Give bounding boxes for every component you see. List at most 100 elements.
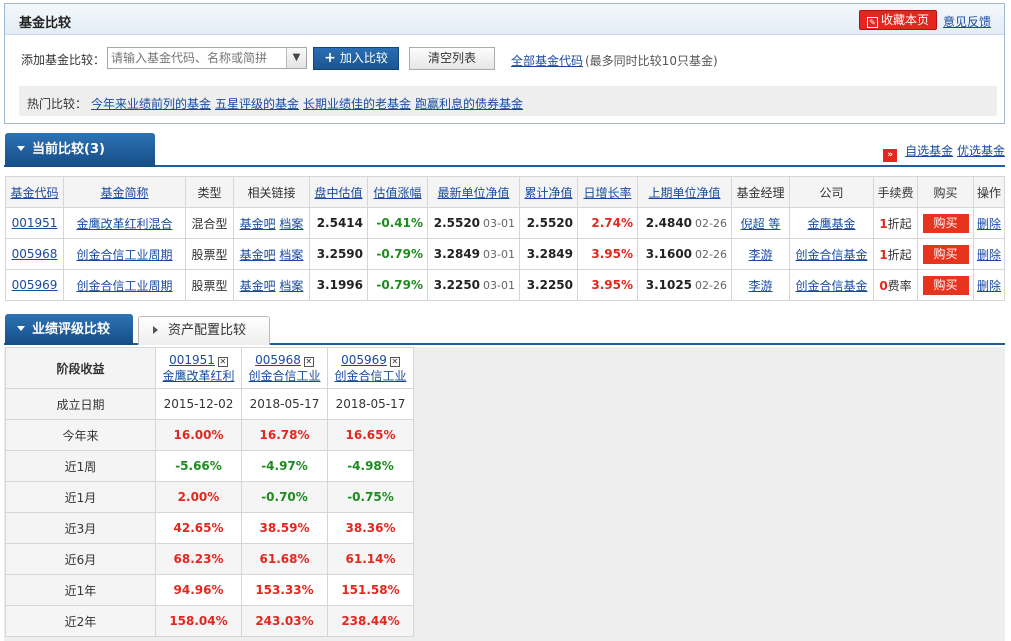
fee: 1折起 bbox=[873, 207, 918, 239]
latest-nav-value: 3.2250 bbox=[433, 278, 481, 292]
preferred-funds-link[interactable]: 优选基金 bbox=[957, 144, 1005, 158]
fund-forum-link[interactable]: 基金吧 bbox=[240, 217, 276, 231]
caret-right-icon bbox=[153, 326, 158, 334]
page-title: 基金比较 bbox=[19, 16, 72, 31]
fund-name-link[interactable]: 金鹰改革红利混合 bbox=[76, 217, 172, 231]
perf-fund-code[interactable]: 005968 bbox=[255, 353, 301, 367]
col-estimate[interactable]: 盘中估值 bbox=[309, 176, 368, 208]
fund-type: 股票型 bbox=[185, 269, 234, 301]
tab-current-compare[interactable]: 当前比较(3) bbox=[5, 133, 155, 167]
latest-nav-date: 03-01 bbox=[483, 248, 515, 261]
latest-nav: 2.5520 03-01 bbox=[427, 207, 520, 239]
company-link[interactable]: 创金合信基金 bbox=[795, 248, 867, 262]
period-label: 近1月 bbox=[5, 481, 156, 513]
fund-compare-panel: 基金比较 ✎收藏本页 意见反馈 添加基金比较： ▼ +加入比较 清空列表 全部基… bbox=[4, 3, 1005, 124]
hot-compare-label: 热门比较： bbox=[27, 97, 88, 111]
period-row: 今年来 16.00% 16.78% 16.65% bbox=[5, 419, 414, 451]
fund-name-link[interactable]: 创金合信工业周期 bbox=[76, 248, 172, 262]
hot-link[interactable]: 今年来业绩前列的基金 bbox=[91, 97, 211, 111]
all-fund-codes-link[interactable]: 全部基金代码 bbox=[511, 52, 583, 69]
buy-button[interactable]: 购买 bbox=[922, 275, 969, 295]
buy-button[interactable]: 购买 bbox=[922, 244, 969, 264]
perf-fund-code[interactable]: 001951 bbox=[169, 353, 215, 367]
hot-link[interactable]: 长期业绩佳的老基金 bbox=[303, 97, 411, 111]
estimate-change: -0.79% bbox=[367, 238, 428, 270]
period-label: 近1年 bbox=[5, 574, 156, 606]
fund-name-link[interactable]: 创金合信工业周期 bbox=[76, 279, 172, 293]
intraday-estimate: 3.1996 bbox=[309, 269, 368, 301]
delete-link[interactable]: 删除 bbox=[977, 248, 1001, 262]
company-link[interactable]: 创金合信基金 bbox=[795, 279, 867, 293]
optional-funds-link[interactable]: 自选基金 bbox=[905, 144, 953, 158]
close-icon[interactable]: ✕ bbox=[303, 357, 314, 367]
hot-link[interactable]: 跑赢利息的债券基金 bbox=[415, 97, 523, 111]
company-link[interactable]: 金鹰基金 bbox=[807, 217, 855, 231]
period-value: -4.97% bbox=[241, 450, 328, 482]
fund-row: 005969 创金合信工业周期 股票型 基金吧 档案 3.1996 -0.79% 3.225… bbox=[5, 269, 1005, 301]
hot-link[interactable]: 五星评级的基金 bbox=[215, 97, 299, 111]
bookmark-button[interactable]: ✎ 收藏本页 bbox=[859, 10, 937, 30]
fee-number: 1 bbox=[879, 216, 888, 231]
col-nav[interactable]: 最新单位净值 bbox=[427, 176, 520, 208]
tab-current-compare-label: 当前比较(3) bbox=[32, 142, 105, 157]
manager-link[interactable]: 李游 bbox=[748, 279, 772, 293]
delete-link[interactable]: 删除 bbox=[977, 279, 1001, 293]
period-row: 近1周 -5.66% -4.97% -4.98% bbox=[5, 450, 414, 482]
manager-link[interactable]: 李游 bbox=[748, 248, 772, 262]
tab-asset-allocation[interactable]: 资产配置比较 bbox=[138, 316, 270, 345]
col-estimate-change[interactable]: 估值涨幅 bbox=[367, 176, 428, 208]
period-value: -0.70% bbox=[241, 481, 328, 513]
tab-performance-rating[interactable]: 业绩评级比较 bbox=[5, 314, 133, 345]
col-daily-growth[interactable]: 日增长率 bbox=[577, 176, 638, 208]
period-value: 16.65% bbox=[327, 419, 414, 451]
compare-header-row: 基金代码 基金简称 类型 相关链接 盘中估值 估值涨幅 最新单位净值 累计净值 … bbox=[5, 176, 1005, 208]
fund-profile-link[interactable]: 档案 bbox=[279, 279, 303, 293]
estimate-change: -0.41% bbox=[367, 207, 428, 239]
perf-fund-name[interactable]: 创金合信工业 bbox=[334, 369, 406, 383]
compare-table: 基金代码 基金简称 类型 相关链接 盘中估值 估值涨幅 最新单位净值 累计净值 … bbox=[5, 176, 1005, 301]
col-fund-code[interactable]: 基金代码 bbox=[5, 176, 64, 208]
fund-search-input[interactable] bbox=[107, 47, 307, 69]
period-value: -5.66% bbox=[155, 450, 242, 482]
fund-row: 001951 金鹰改革红利混合 混合型 基金吧 档案 2.5414 -0.41% 2.552… bbox=[5, 207, 1005, 239]
col-acc-nav[interactable]: 累计净值 bbox=[519, 176, 578, 208]
add-compare-button[interactable]: + 加入比较 bbox=[313, 47, 399, 70]
fund-code-link[interactable]: 005968 bbox=[12, 247, 58, 261]
fund-code-link[interactable]: 001951 bbox=[12, 216, 58, 230]
estimate-change: -0.79% bbox=[367, 269, 428, 301]
period-value: 243.03% bbox=[241, 605, 328, 637]
close-icon[interactable]: ✕ bbox=[389, 357, 400, 367]
perf-fund-code[interactable]: 005969 bbox=[341, 353, 387, 367]
period-value: 68.23% bbox=[155, 543, 242, 575]
fund-type: 股票型 bbox=[185, 238, 234, 270]
fund-row: 005968 创金合信工业周期 股票型 基金吧 档案 3.2590 -0.79% 3.284… bbox=[5, 238, 1005, 270]
fee-text: 折起 bbox=[887, 216, 912, 231]
latest-nav-date: 03-01 bbox=[483, 279, 515, 292]
max-compare-note: (最多同时比较10只基金) bbox=[585, 54, 718, 68]
feedback-link[interactable]: 意见反馈 bbox=[943, 13, 991, 30]
accumulated-nav: 3.2250 bbox=[519, 269, 578, 301]
fee-text: 费率 bbox=[887, 278, 912, 293]
col-prev-nav[interactable]: 上期单位净值 bbox=[637, 176, 732, 208]
fund-forum-link[interactable]: 基金吧 bbox=[240, 279, 276, 293]
fund-forum-link[interactable]: 基金吧 bbox=[240, 248, 276, 262]
fund-code-link[interactable]: 005969 bbox=[12, 278, 58, 292]
latest-nav: 3.2250 03-01 bbox=[427, 269, 520, 301]
period-value: 94.96% bbox=[155, 574, 242, 606]
buy-button[interactable]: 购买 bbox=[922, 213, 969, 233]
delete-link[interactable]: 删除 bbox=[977, 217, 1001, 231]
period-label: 近3月 bbox=[5, 512, 156, 544]
perf-fund-name[interactable]: 金鹰改革红利 bbox=[162, 369, 234, 383]
close-icon[interactable]: ✕ bbox=[217, 357, 228, 367]
perf-fund-name[interactable]: 创金合信工业 bbox=[248, 369, 320, 383]
col-fund-name[interactable]: 基金简称 bbox=[63, 176, 186, 208]
latest-nav-value: 3.2849 bbox=[433, 247, 481, 261]
period-value: -4.98% bbox=[327, 450, 414, 482]
fund-profile-link[interactable]: 档案 bbox=[279, 248, 303, 262]
manager-link[interactable]: 倪超 等 bbox=[741, 217, 781, 231]
fund-profile-link[interactable]: 档案 bbox=[279, 217, 303, 231]
clear-list-button[interactable]: 清空列表 bbox=[409, 47, 495, 70]
performance-header-row: 阶段收益 001951 ✕ 金鹰改革红利 005968 ✕ 创金合信工业 005969 ✕… bbox=[5, 347, 414, 389]
chevron-down-icon[interactable]: ▼ bbox=[286, 48, 306, 68]
col-links: 相关链接 bbox=[233, 176, 310, 208]
